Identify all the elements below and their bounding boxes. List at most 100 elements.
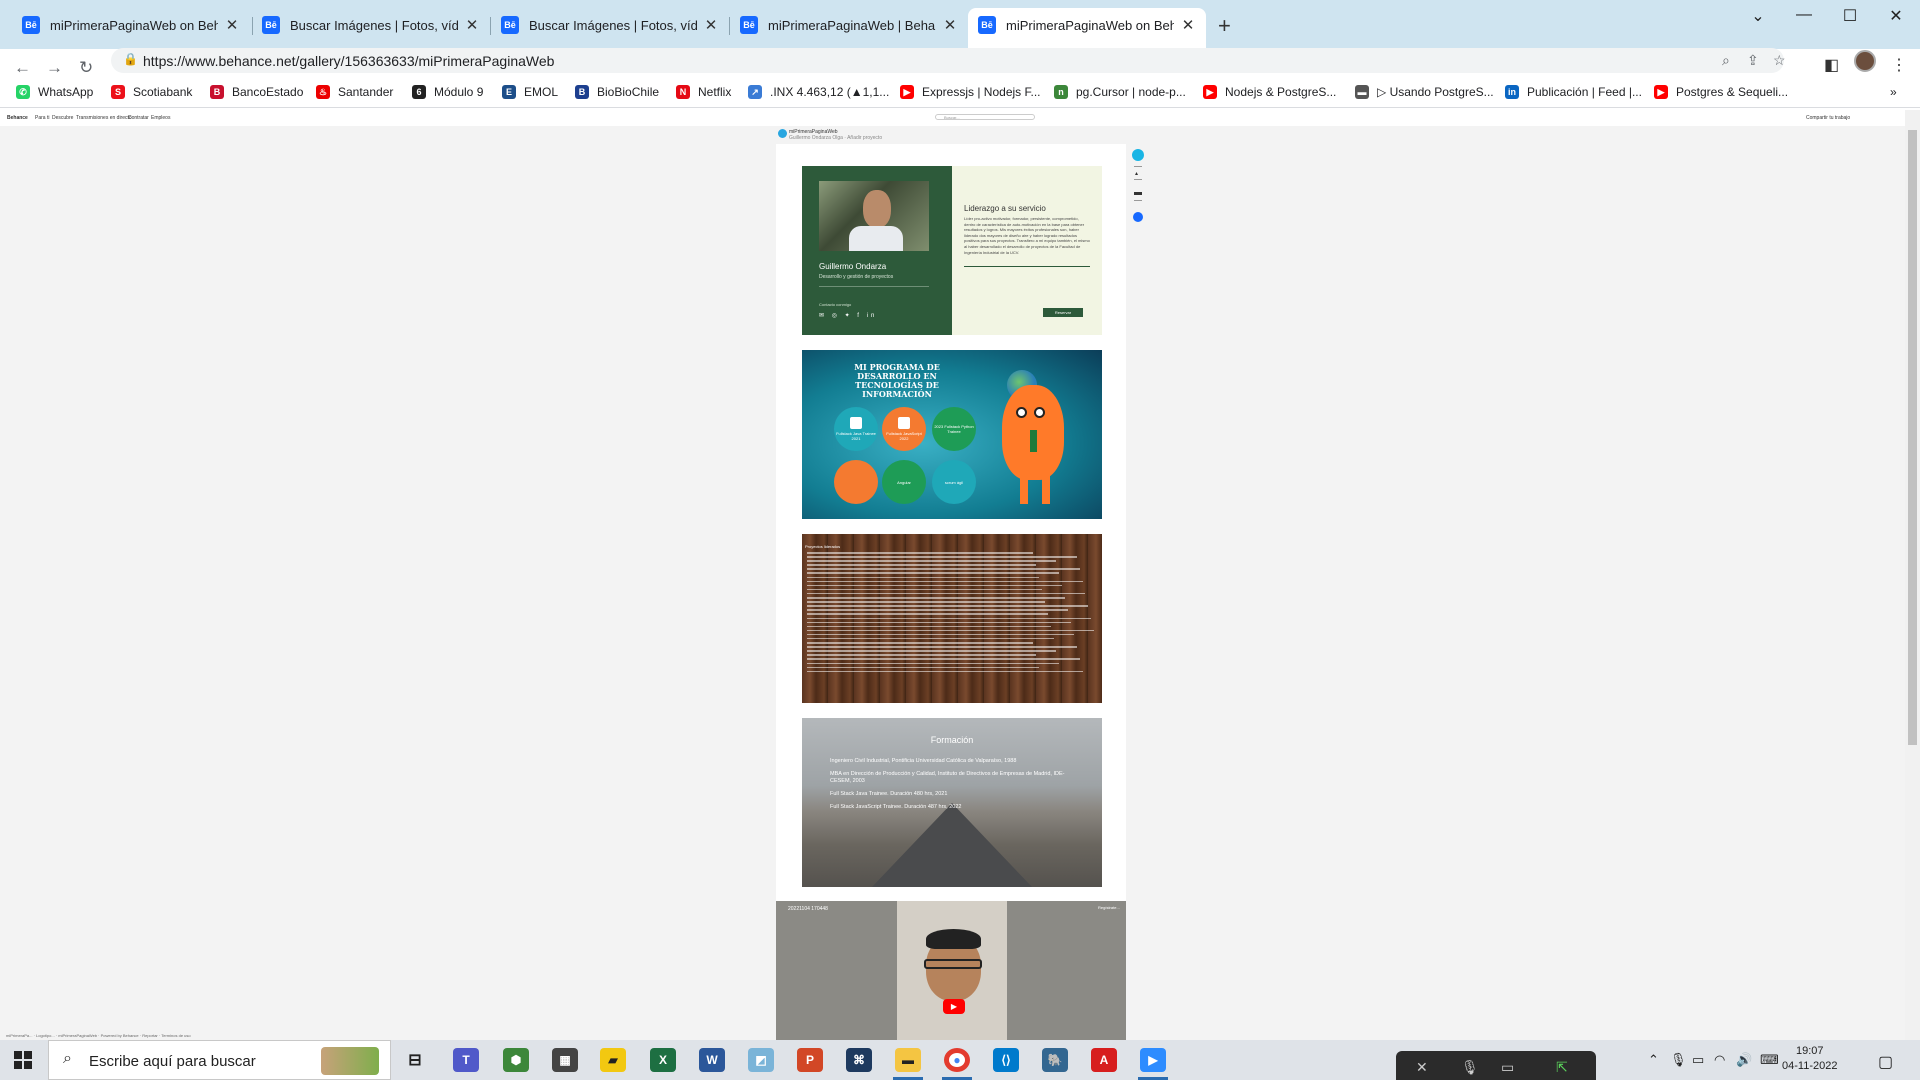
vscode-icon[interactable]: ⟨⟩	[993, 1048, 1019, 1072]
new-tab-button[interactable]: +	[1218, 13, 1231, 39]
word-icon[interactable]: W	[699, 1048, 725, 1072]
bookmark-item[interactable]: E EMOL	[502, 85, 558, 99]
camera-off-icon[interactable]: ▭	[1501, 1059, 1514, 1076]
calculator-icon[interactable]: ▦	[552, 1048, 578, 1072]
side-panel-icon[interactable]: ◧	[1824, 55, 1839, 75]
close-icon[interactable]: ✕	[1180, 16, 1196, 34]
project-image-program[interactable]: MI PROGRAMA DE DESARROLLO EN TECNOLOGÍAS…	[802, 350, 1102, 519]
keyboard-icon[interactable]: ⌨	[1760, 1052, 1779, 1068]
tray-chevron-icon[interactable]: ⌃	[1648, 1052, 1659, 1068]
menu-kebab-icon[interactable]: ⋮	[1891, 55, 1907, 75]
nodejs-icon[interactable]: ⬢	[503, 1048, 529, 1072]
mic-muted-icon[interactable]: 🎙	[1461, 1059, 1479, 1076]
scrollbar[interactable]	[1905, 110, 1920, 1040]
search-input[interactable]: Buscar...	[935, 114, 1035, 120]
close-icon[interactable]: ✕	[942, 16, 958, 34]
bookmark-item[interactable]: N Netflix	[676, 85, 731, 99]
task-view-icon[interactable]: ⊟	[402, 1048, 428, 1072]
behance-logo[interactable]: Behance	[7, 115, 28, 121]
microphone-icon[interactable]: 🎙	[1670, 1052, 1687, 1068]
wifi-icon[interactable]: ◠	[1714, 1052, 1725, 1068]
bookmark-item[interactable]: ♨ Santander	[316, 85, 393, 99]
bookmark-item[interactable]: ▶ Postgres & Sequeli...	[1654, 85, 1788, 99]
taskbar-search-input[interactable]: ⌕ Escribe aquí para buscar	[48, 1040, 391, 1080]
tab-active[interactable]: Bē miPrimeraPaginaWeb on Behance ✕	[968, 8, 1206, 49]
scrollbar-thumb[interactable]	[1908, 130, 1917, 745]
bookmark-item[interactable]: ▬ ▷ Usando PostgreS...	[1355, 85, 1494, 99]
video-title[interactable]: 20221104 170448	[788, 906, 828, 912]
close-icon[interactable]: ✕	[703, 16, 719, 34]
notifications-icon[interactable]: ▢	[1878, 1052, 1893, 1072]
close-icon[interactable]: ✕	[224, 16, 240, 34]
zoom-icon[interactable]: ⌕	[1722, 52, 1730, 69]
nav-link[interactable]: Descubre	[52, 115, 73, 121]
bookmark-item[interactable]: ▶ Expressjs | Nodejs F...	[900, 85, 1041, 99]
share-work-button[interactable]: Compartir tu trabajo	[1806, 115, 1850, 121]
sticky-notes-icon[interactable]: ▰	[600, 1048, 626, 1072]
embedded-video[interactable]: ▶ 20221104 170448 Regístrate...	[776, 901, 1126, 1040]
project-image-profile[interactable]: Guillermo Ondarza Desarrollo y gestión d…	[802, 166, 1102, 335]
windows-start-icon[interactable]	[14, 1051, 32, 1069]
maximize-button[interactable]: ☐	[1840, 6, 1860, 26]
youtube-play-icon[interactable]: ▶	[943, 999, 965, 1014]
share-icon[interactable]: ⇪	[1747, 52, 1759, 69]
lock-icon[interactable]: 🔒	[123, 52, 138, 66]
bookmark-item[interactable]: ↗ .INX 4.463,12 (▲1,1...	[748, 85, 889, 99]
url-text[interactable]: https://www.behance.net/gallery/15636363…	[143, 53, 554, 69]
project-image-projects[interactable]: Proyectos liderados	[802, 534, 1102, 703]
save-icon[interactable]	[1134, 192, 1142, 195]
bookmark-star-icon[interactable]: ☆	[1773, 52, 1786, 69]
files-icon[interactable]: ◩	[748, 1048, 774, 1072]
tab-search-icon[interactable]: ⌄	[1748, 6, 1768, 26]
address-bar[interactable]: 🔒 https://www.behance.net/gallery/156363…	[111, 48, 1786, 73]
share-screen-icon[interactable]: ⇱	[1556, 1059, 1568, 1076]
follow-icon[interactable]	[1132, 149, 1144, 161]
volume-icon[interactable]: 🔊	[1736, 1052, 1752, 1068]
powerpoint-icon[interactable]: P	[797, 1048, 823, 1072]
file-explorer-icon[interactable]: ▬	[895, 1048, 921, 1072]
reserve-button: Reservar	[1043, 308, 1083, 317]
tab[interactable]: Bē miPrimeraPaginaWeb | Behance ✕	[730, 8, 968, 42]
tab[interactable]: Bē Buscar Imágenes | Fotos, vídeos, ✕	[252, 8, 490, 42]
reload-icon[interactable]: ↻	[79, 58, 93, 78]
tab[interactable]: Bē miPrimeraPaginaWeb on Behance ✕	[12, 8, 250, 42]
battery-icon[interactable]: ▭	[1692, 1052, 1704, 1068]
appreciate-icon[interactable]: ▴	[1135, 170, 1138, 177]
bookmark-item[interactable]: B BioBioChile	[575, 85, 659, 99]
bookmark-item[interactable]: B BancoEstado	[210, 85, 303, 99]
bookmark-item[interactable]: S Scotiabank	[111, 85, 192, 99]
bookmark-favicon-icon: B	[210, 85, 224, 99]
back-arrow-icon[interactable]: ←	[14, 58, 31, 78]
nav-link[interactable]: Transmisiones en directo	[76, 115, 132, 121]
teams-icon[interactable]: T	[453, 1048, 479, 1072]
bookmarks-overflow-icon[interactable]: »	[1890, 85, 1897, 99]
video-channel[interactable]: Regístrate...	[1098, 905, 1120, 910]
acrobat-icon[interactable]: A	[1091, 1048, 1117, 1072]
excel-icon[interactable]: X	[650, 1048, 676, 1072]
nav-link[interactable]: Para ti	[35, 115, 49, 121]
projects-text-lines	[807, 552, 1097, 675]
chrome-icon[interactable]: ●	[944, 1048, 970, 1072]
system-clock[interactable]: 19:07 04-11-2022	[1782, 1044, 1837, 1074]
forward-arrow-icon[interactable]: →	[46, 58, 63, 78]
zoom-app-icon[interactable]: ▶	[1140, 1048, 1166, 1072]
bookmark-item[interactable]: ✆ WhatsApp	[16, 85, 93, 99]
close-icon[interactable]: ✕	[1416, 1059, 1428, 1076]
avatar[interactable]	[778, 129, 787, 138]
comment-icon[interactable]	[1133, 212, 1143, 222]
bookmark-item[interactable]: in Publicación | Feed |...	[1505, 85, 1642, 99]
minimize-button[interactable]: —	[1794, 6, 1814, 24]
nav-link[interactable]: Contratar	[128, 115, 149, 121]
bookmark-item[interactable]: n pg.Cursor | node-p...	[1054, 85, 1186, 99]
project-image-education[interactable]: Formación Ingeniero Civil Industrial, Po…	[802, 718, 1102, 887]
close-icon[interactable]: ✕	[464, 16, 480, 34]
tab[interactable]: Bē Buscar Imágenes | Fotos, vídeos, ✕	[491, 8, 729, 42]
meeting-controls-bar[interactable]: ✕ 🎙 ▭ ⇱	[1396, 1051, 1596, 1080]
nav-link[interactable]: Empleos	[151, 115, 170, 121]
avatar[interactable]	[1854, 50, 1876, 72]
bookmark-item[interactable]: 6 Módulo 9	[412, 85, 483, 99]
code-editor-icon[interactable]: ⌘	[846, 1048, 872, 1072]
close-window-button[interactable]: ✕	[1886, 6, 1906, 26]
bookmark-item[interactable]: ▶ Nodejs & PostgreS...	[1203, 85, 1336, 99]
postgresql-icon[interactable]: 🐘	[1042, 1048, 1068, 1072]
